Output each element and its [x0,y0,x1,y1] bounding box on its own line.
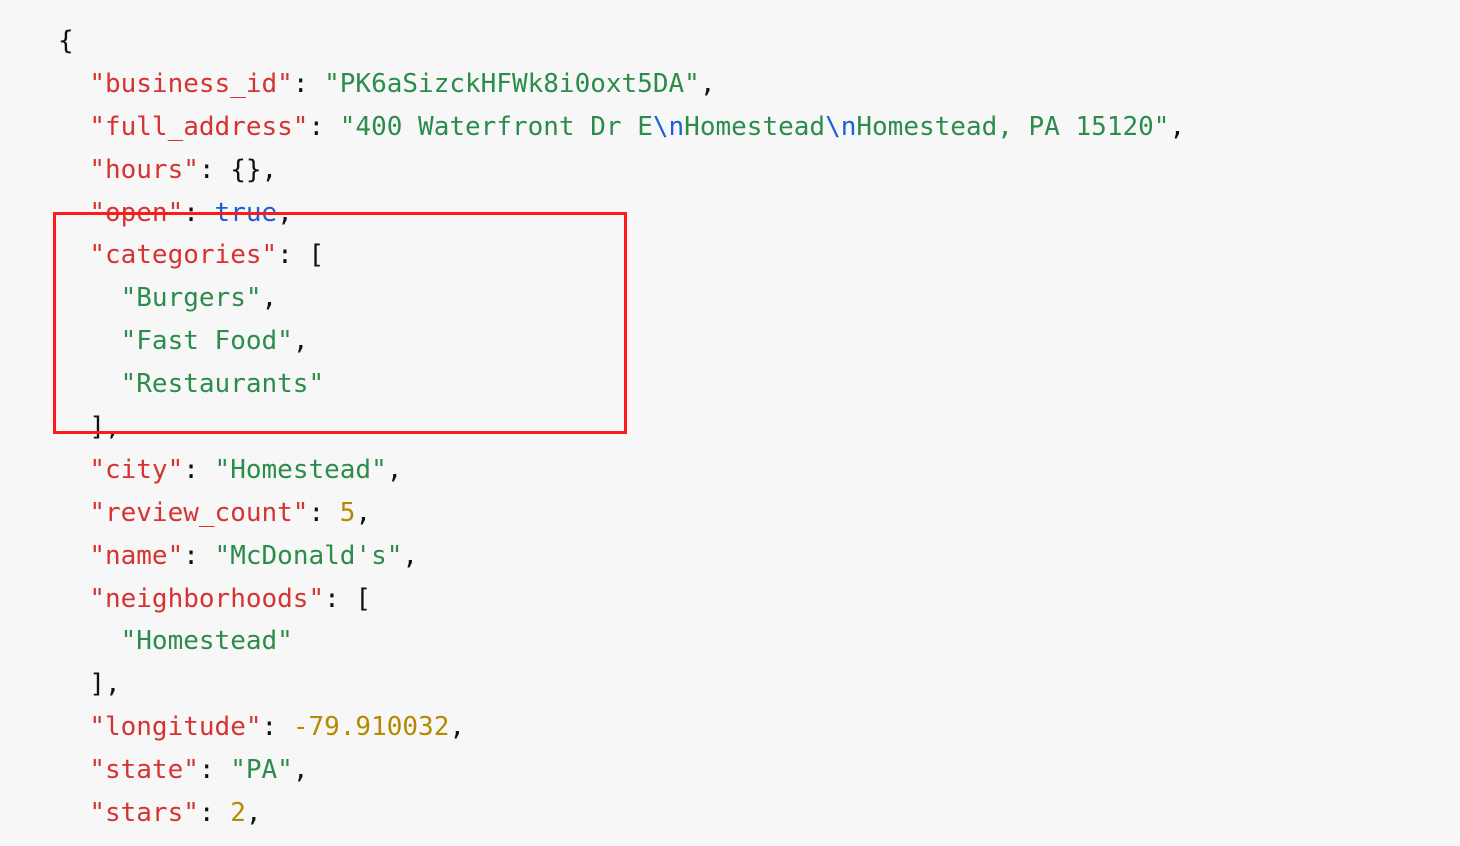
key-neighborhoods: "neighborhoods" [89,584,324,614]
key-state: "state" [89,755,199,785]
key-longitude: "longitude" [89,712,261,742]
val-city: "Homestead" [215,455,387,485]
key-business_id: "business_id" [89,69,293,99]
val-neighborhoods-0: "Homestead" [121,626,293,656]
val-full_address-p1: "400 Waterfront Dr E [340,112,653,142]
key-name: "name" [89,541,183,571]
key-review_count: "review_count" [89,498,308,528]
val-categories-1: "Fast Food" [121,326,293,356]
key-hours: "hours" [89,155,199,185]
key-full_address: "full_address" [89,112,308,142]
escape-n-2: \n [825,112,856,142]
json-code-block: { "business_id": "PK6aSizckHFWk8i0oxt5DA… [58,20,1460,835]
val-business_id: "PK6aSizckHFWk8i0oxt5DA" [324,69,700,99]
val-state: "PA" [230,755,293,785]
val-full_address-p2: Homestead [684,112,825,142]
code-pre: { "business_id": "PK6aSizckHFWk8i0oxt5DA… [58,20,1460,835]
key-city: "city" [89,455,183,485]
brace-open: { [58,26,74,56]
val-review_count: 5 [340,498,356,528]
key-open: "open" [89,198,183,228]
val-full_address-p3: Homestead, PA 15120" [856,112,1169,142]
key-categories: "categories" [89,240,277,270]
val-name: "McDonald's" [215,541,403,571]
escape-n-1: \n [653,112,684,142]
val-stars: 2 [230,798,246,828]
val-open: true [215,198,278,228]
val-categories-2: "Restaurants" [121,369,325,399]
key-stars: "stars" [89,798,199,828]
val-longitude: -79.910032 [293,712,450,742]
val-hours: {} [230,155,261,185]
val-categories-0: "Burgers" [121,283,262,313]
